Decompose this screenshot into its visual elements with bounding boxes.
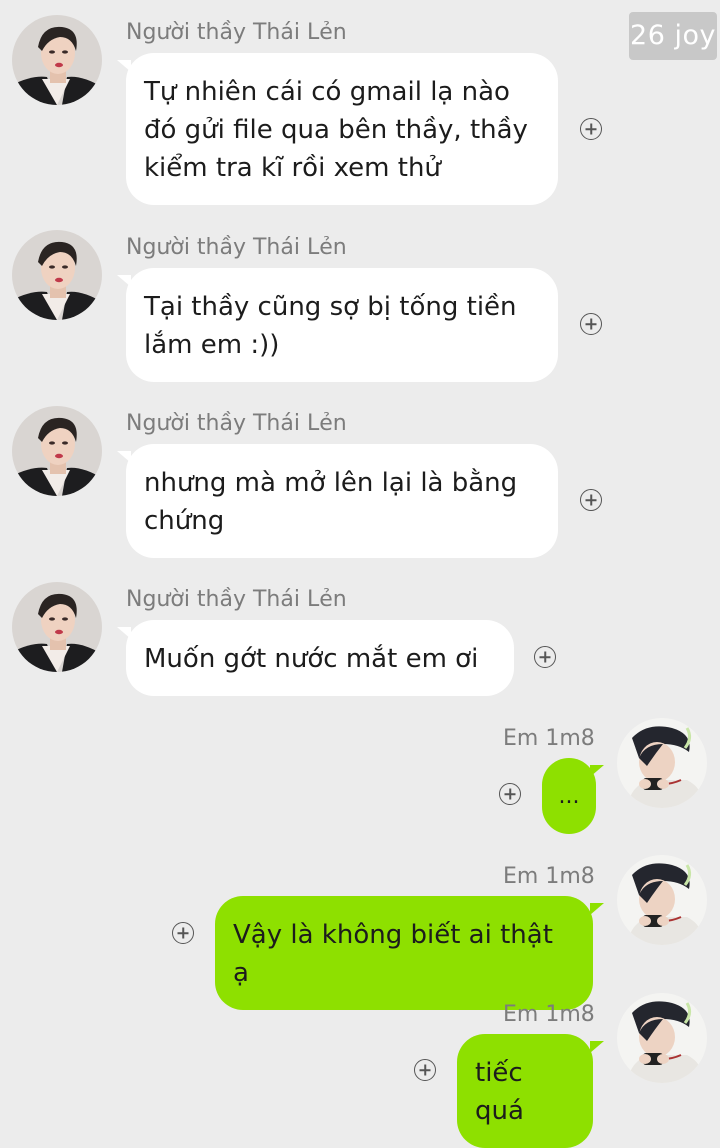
plus-circle-icon[interactable] <box>499 783 521 805</box>
message-bubble[interactable]: ... <box>542 758 596 834</box>
plus-circle-icon[interactable] <box>580 489 602 511</box>
plus-circle-icon[interactable] <box>534 646 556 668</box>
bubble-tail <box>590 1041 604 1053</box>
sender-name: Người thầy Thái Lẻn <box>126 235 347 260</box>
student-avatar-photo <box>617 718 707 808</box>
plus-circle-icon[interactable] <box>580 118 602 140</box>
message-bubble[interactable]: tiếc quá <box>457 1034 593 1148</box>
teacher-avatar-photo <box>12 15 102 105</box>
teacher-avatar[interactable] <box>12 582 102 672</box>
sender-name: Người thầy Thái Lẻn <box>126 20 347 45</box>
plus-circle-icon[interactable] <box>172 922 194 944</box>
message-bubble[interactable]: Tại thầy cũng sợ bị tống tiền lắm em :)) <box>126 268 558 382</box>
message-bubble[interactable]: Tự nhiên cái có gmail lạ nào đó gửi file… <box>126 53 558 205</box>
watermark-label: 26 joy <box>629 12 717 60</box>
message-bubble[interactable]: Vậy là không biết ai thật ạ <box>215 896 593 1010</box>
teacher-avatar-photo <box>12 406 102 496</box>
student-avatar[interactable] <box>617 718 707 808</box>
bubble-tail <box>590 903 604 915</box>
message-bubble[interactable]: nhưng mà mở lên lại là bằng chứng <box>126 444 558 558</box>
student-avatar[interactable] <box>617 855 707 945</box>
sender-name: Người thầy Thái Lẻn <box>126 587 347 612</box>
sender-name: Em 1m8 <box>503 864 595 889</box>
teacher-avatar-photo <box>12 582 102 672</box>
message-bubble[interactable]: Muốn gớt nước mắt em ơi <box>126 620 514 696</box>
sender-name: Em 1m8 <box>503 726 595 751</box>
teacher-avatar[interactable] <box>12 230 102 320</box>
student-avatar-photo <box>617 993 707 1083</box>
plus-circle-icon[interactable] <box>580 313 602 335</box>
teacher-avatar-photo <box>12 230 102 320</box>
sender-name: Em 1m8 <box>503 1002 595 1027</box>
teacher-avatar[interactable] <box>12 15 102 105</box>
student-avatar[interactable] <box>617 993 707 1083</box>
sender-name: Người thầy Thái Lẻn <box>126 411 347 436</box>
teacher-avatar[interactable] <box>12 406 102 496</box>
plus-circle-icon[interactable] <box>414 1059 436 1081</box>
student-avatar-photo <box>617 855 707 945</box>
